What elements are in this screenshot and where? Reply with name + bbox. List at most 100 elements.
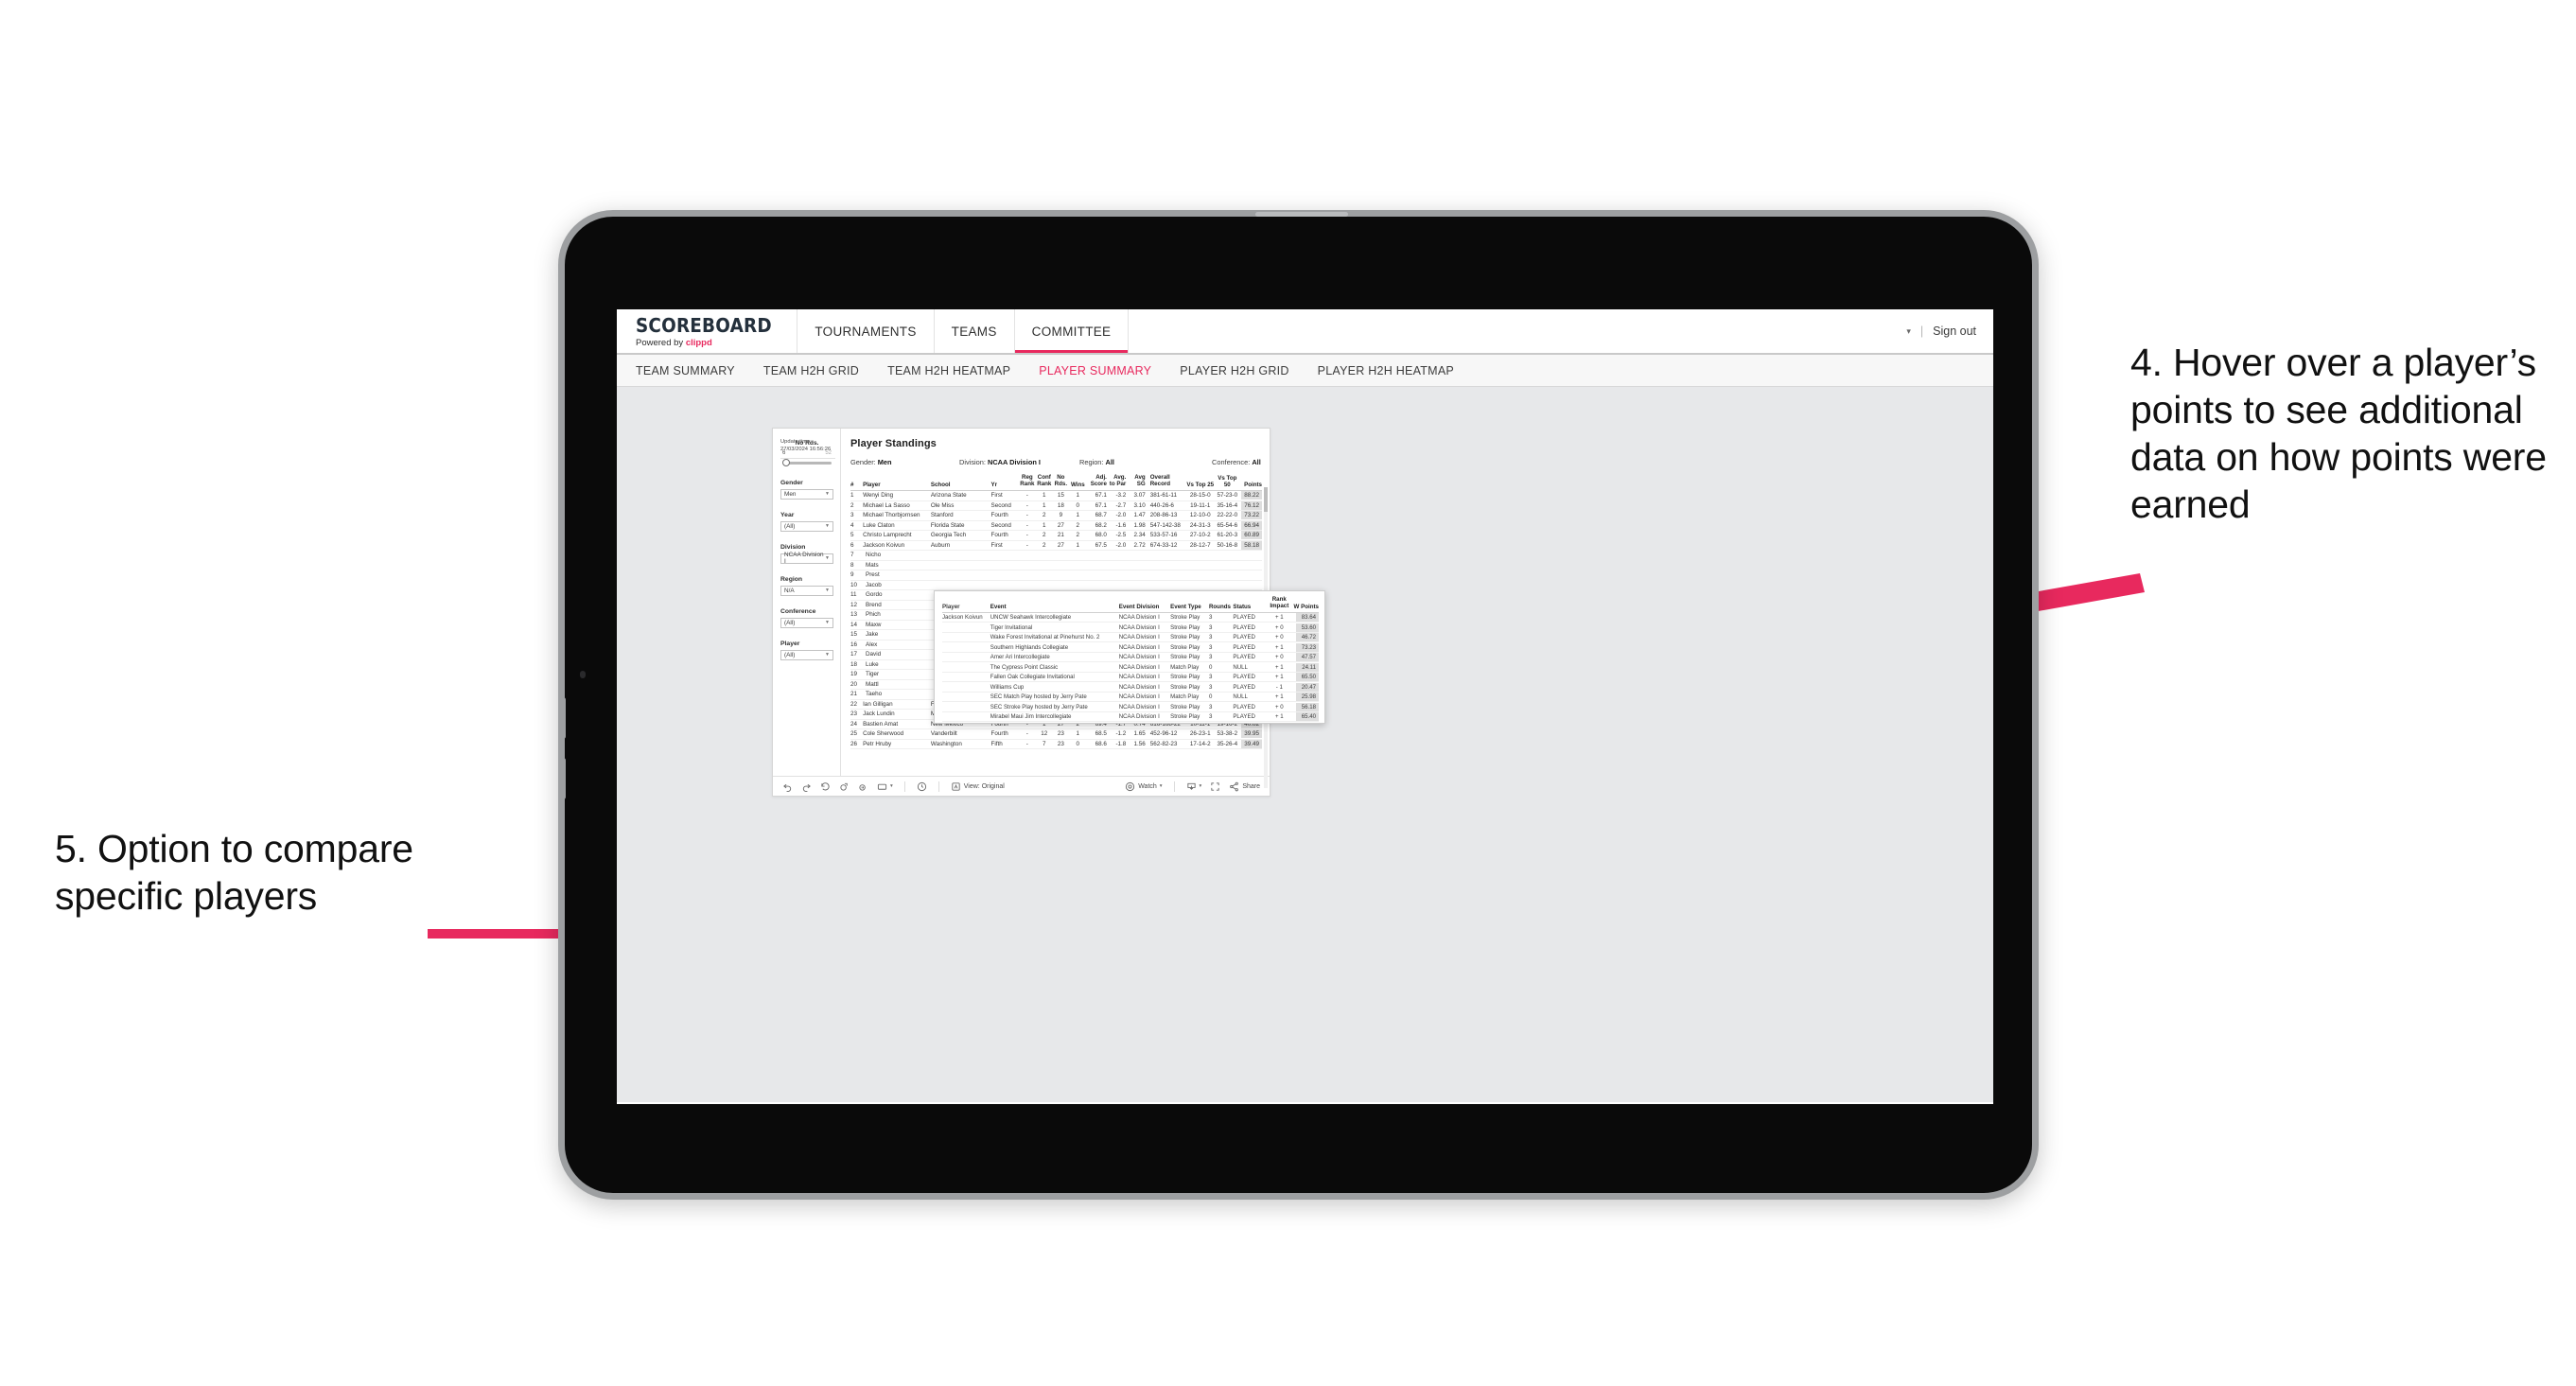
share-label: Share: [1242, 783, 1260, 790]
points-value[interactable]: 39.95: [1241, 729, 1262, 738]
toolbar-divider-1: [904, 781, 905, 792]
col-conf-rank[interactable]: Conf Rank: [1036, 475, 1053, 488]
header-divider: |: [1920, 325, 1923, 338]
page-title: Player Standings: [850, 438, 1262, 449]
points-value[interactable]: 88.22: [1241, 491, 1262, 500]
cell-reg-rank: -: [1019, 741, 1036, 747]
cell-avg-sg: 2.34: [1126, 532, 1145, 538]
undo-icon[interactable]: [782, 781, 793, 792]
nav-item-tournaments[interactable]: TOURNAMENTS: [797, 309, 933, 353]
filter-label-year: Year: [780, 512, 833, 518]
col-overall-record[interactable]: Overall Record: [1146, 475, 1186, 488]
points-value[interactable]: 76.12: [1241, 501, 1262, 510]
tab-player-h2h-grid[interactable]: PLAYER H2H GRID: [1180, 364, 1288, 377]
device-volume-down-button[interactable]: [561, 758, 566, 799]
points-value[interactable]: 39.49: [1241, 740, 1262, 748]
filter-select-player[interactable]: (All) ▼: [780, 650, 833, 661]
viz-meta-row: Gender: Men Division: NCAA Division I Re…: [850, 458, 1262, 466]
table-scrollbar-thumb[interactable]: [1264, 487, 1268, 512]
col-no-rds[interactable]: No Rds.: [1053, 475, 1069, 488]
points-value[interactable]: 66.94: [1241, 521, 1262, 530]
tooltip-event: The Cypress Point Classic: [990, 664, 1119, 671]
table-row[interactable]: 9Prest: [850, 570, 1262, 581]
device-preview-button[interactable]: ▾: [877, 781, 893, 792]
col-vs-top-50[interactable]: Vs Top 50: [1214, 475, 1240, 488]
refresh-icon[interactable]: [839, 781, 850, 792]
tooltip-w-points-value: 46.72: [1296, 633, 1319, 641]
filter-group-gender: Gender Men ▼: [780, 480, 833, 500]
table-row[interactable]: 1Wenyi DingArizona StateFirst-115167.1-3…: [850, 491, 1262, 501]
sign-out-link[interactable]: Sign out: [1933, 325, 1976, 338]
tab-player-h2h-heatmap[interactable]: PLAYER H2H HEATMAP: [1318, 364, 1454, 377]
cell-wins: 1: [1069, 492, 1087, 499]
points-value[interactable]: 73.22: [1241, 511, 1262, 519]
view-original-button[interactable]: View: Original: [951, 781, 1005, 792]
col-avg-sg[interactable]: Avg SG: [1126, 475, 1145, 488]
download-button[interactable]: ▾: [1186, 781, 1202, 792]
slider-handle[interactable]: [782, 459, 790, 466]
cell-player: Bastien Amat: [863, 721, 931, 728]
col-wins[interactable]: Wins: [1069, 482, 1087, 488]
tab-team-summary[interactable]: TEAM SUMMARY: [636, 364, 735, 377]
col-points[interactable]: Points: [1240, 482, 1262, 488]
chevron-down-icon[interactable]: ▾: [1906, 326, 1911, 337]
table-row[interactable]: 10Jacob: [850, 581, 1262, 591]
table-row[interactable]: 26Petr HrubyWashingtonFifth-723068.6-1.8…: [850, 740, 1262, 750]
table-row[interactable]: 8Mats: [850, 561, 1262, 571]
watch-button[interactable]: Watch ▾: [1125, 781, 1162, 792]
filter-select-region[interactable]: N/A ▼: [780, 586, 833, 597]
no-rounds-slider[interactable]: [780, 458, 833, 467]
cell-conf-rank: 1: [1036, 522, 1053, 529]
viz-body: No Rds. 6 52 Gender: [773, 429, 1270, 776]
tab-team-h2h-heatmap[interactable]: TEAM H2H HEATMAP: [887, 364, 1010, 377]
meta-conference-value: All: [1252, 458, 1260, 466]
cell-wins: 1: [1069, 512, 1087, 518]
app-logo[interactable]: SCOREBOARD Powered by clippd: [617, 309, 797, 353]
tab-player-summary[interactable]: PLAYER SUMMARY: [1039, 364, 1151, 377]
col-reg-rank[interactable]: Reg Rank: [1019, 475, 1036, 488]
filter-select-year[interactable]: (All) ▼: [780, 521, 833, 533]
filter-select-conference[interactable]: (All) ▼: [780, 618, 833, 629]
table-row[interactable]: 25Cole SherwoodVanderbiltFourth-1223168.…: [850, 729, 1262, 740]
col-player[interactable]: Player: [863, 482, 931, 488]
pause-auto-update-icon[interactable]: [858, 781, 868, 792]
points-value[interactable]: 60.89: [1241, 531, 1262, 539]
table-row[interactable]: 6Jackson KoivunAuburnFirst-227167.5-2.02…: [850, 541, 1262, 552]
tooltip-rounds: 3: [1209, 634, 1233, 640]
col-school[interactable]: School: [931, 482, 991, 488]
filter-select-gender[interactable]: Men ▼: [780, 489, 833, 500]
points-value[interactable]: 58.18: [1241, 541, 1262, 550]
device-volume-up-button[interactable]: [561, 697, 566, 739]
table-row[interactable]: 7Nicho: [850, 551, 1262, 561]
tooltip-event: Williams Cup: [990, 684, 1119, 691]
table-row[interactable]: 2Michael La SassoOle MissSecond-118067.1…: [850, 501, 1262, 512]
cell-reg-rank: -: [1019, 512, 1036, 518]
toolbar-divider-3: [1174, 781, 1175, 792]
nav-item-committee[interactable]: COMMITTEE: [1014, 309, 1130, 353]
tooltip-rank-impact: + 1: [1268, 644, 1291, 651]
table-row[interactable]: 4Luke ClatonFlorida StateSecond-127268.2…: [850, 521, 1262, 532]
filter-select-division[interactable]: NCAA Division I ▼: [780, 553, 833, 565]
col-adj-score[interactable]: Adj. Score: [1087, 475, 1107, 488]
col-vs-top-25[interactable]: Vs Top 25: [1186, 482, 1214, 488]
table-row[interactable]: 3Michael ThorbjornsenStanfordFourth-2916…: [850, 511, 1262, 521]
tooltip-event-type: Stroke Play: [1170, 644, 1209, 651]
tooltip-status: PLAYED: [1233, 704, 1267, 711]
cell-points: 73.22: [1240, 511, 1262, 519]
cell-conf-rank: 1: [1036, 502, 1053, 509]
redo-icon[interactable]: [801, 781, 812, 792]
clock-history-icon[interactable]: [917, 781, 927, 792]
filter-value-region: N/A: [784, 588, 795, 594]
col-yr[interactable]: Yr: [991, 482, 1019, 488]
fullscreen-icon[interactable]: [1210, 781, 1220, 792]
revert-icon[interactable]: [820, 781, 831, 792]
col-avg-to-par[interactable]: Avg. to Par: [1107, 475, 1126, 488]
share-button[interactable]: Share: [1229, 781, 1260, 792]
tooltip-event: SEC Match Play hosted by Jerry Pate: [990, 693, 1119, 700]
tooltip-w-points-value: 47.57: [1296, 653, 1319, 661]
nav-item-teams[interactable]: TEAMS: [934, 309, 1014, 353]
tooltip-event: Fallen Oak Collegiate Invitational: [990, 674, 1119, 680]
cell-vs-top-25: 27-10-2: [1186, 532, 1214, 538]
tab-team-h2h-grid[interactable]: TEAM H2H GRID: [763, 364, 859, 377]
table-row[interactable]: 5Christo LamprechtGeorgia TechFourth-221…: [850, 531, 1262, 541]
